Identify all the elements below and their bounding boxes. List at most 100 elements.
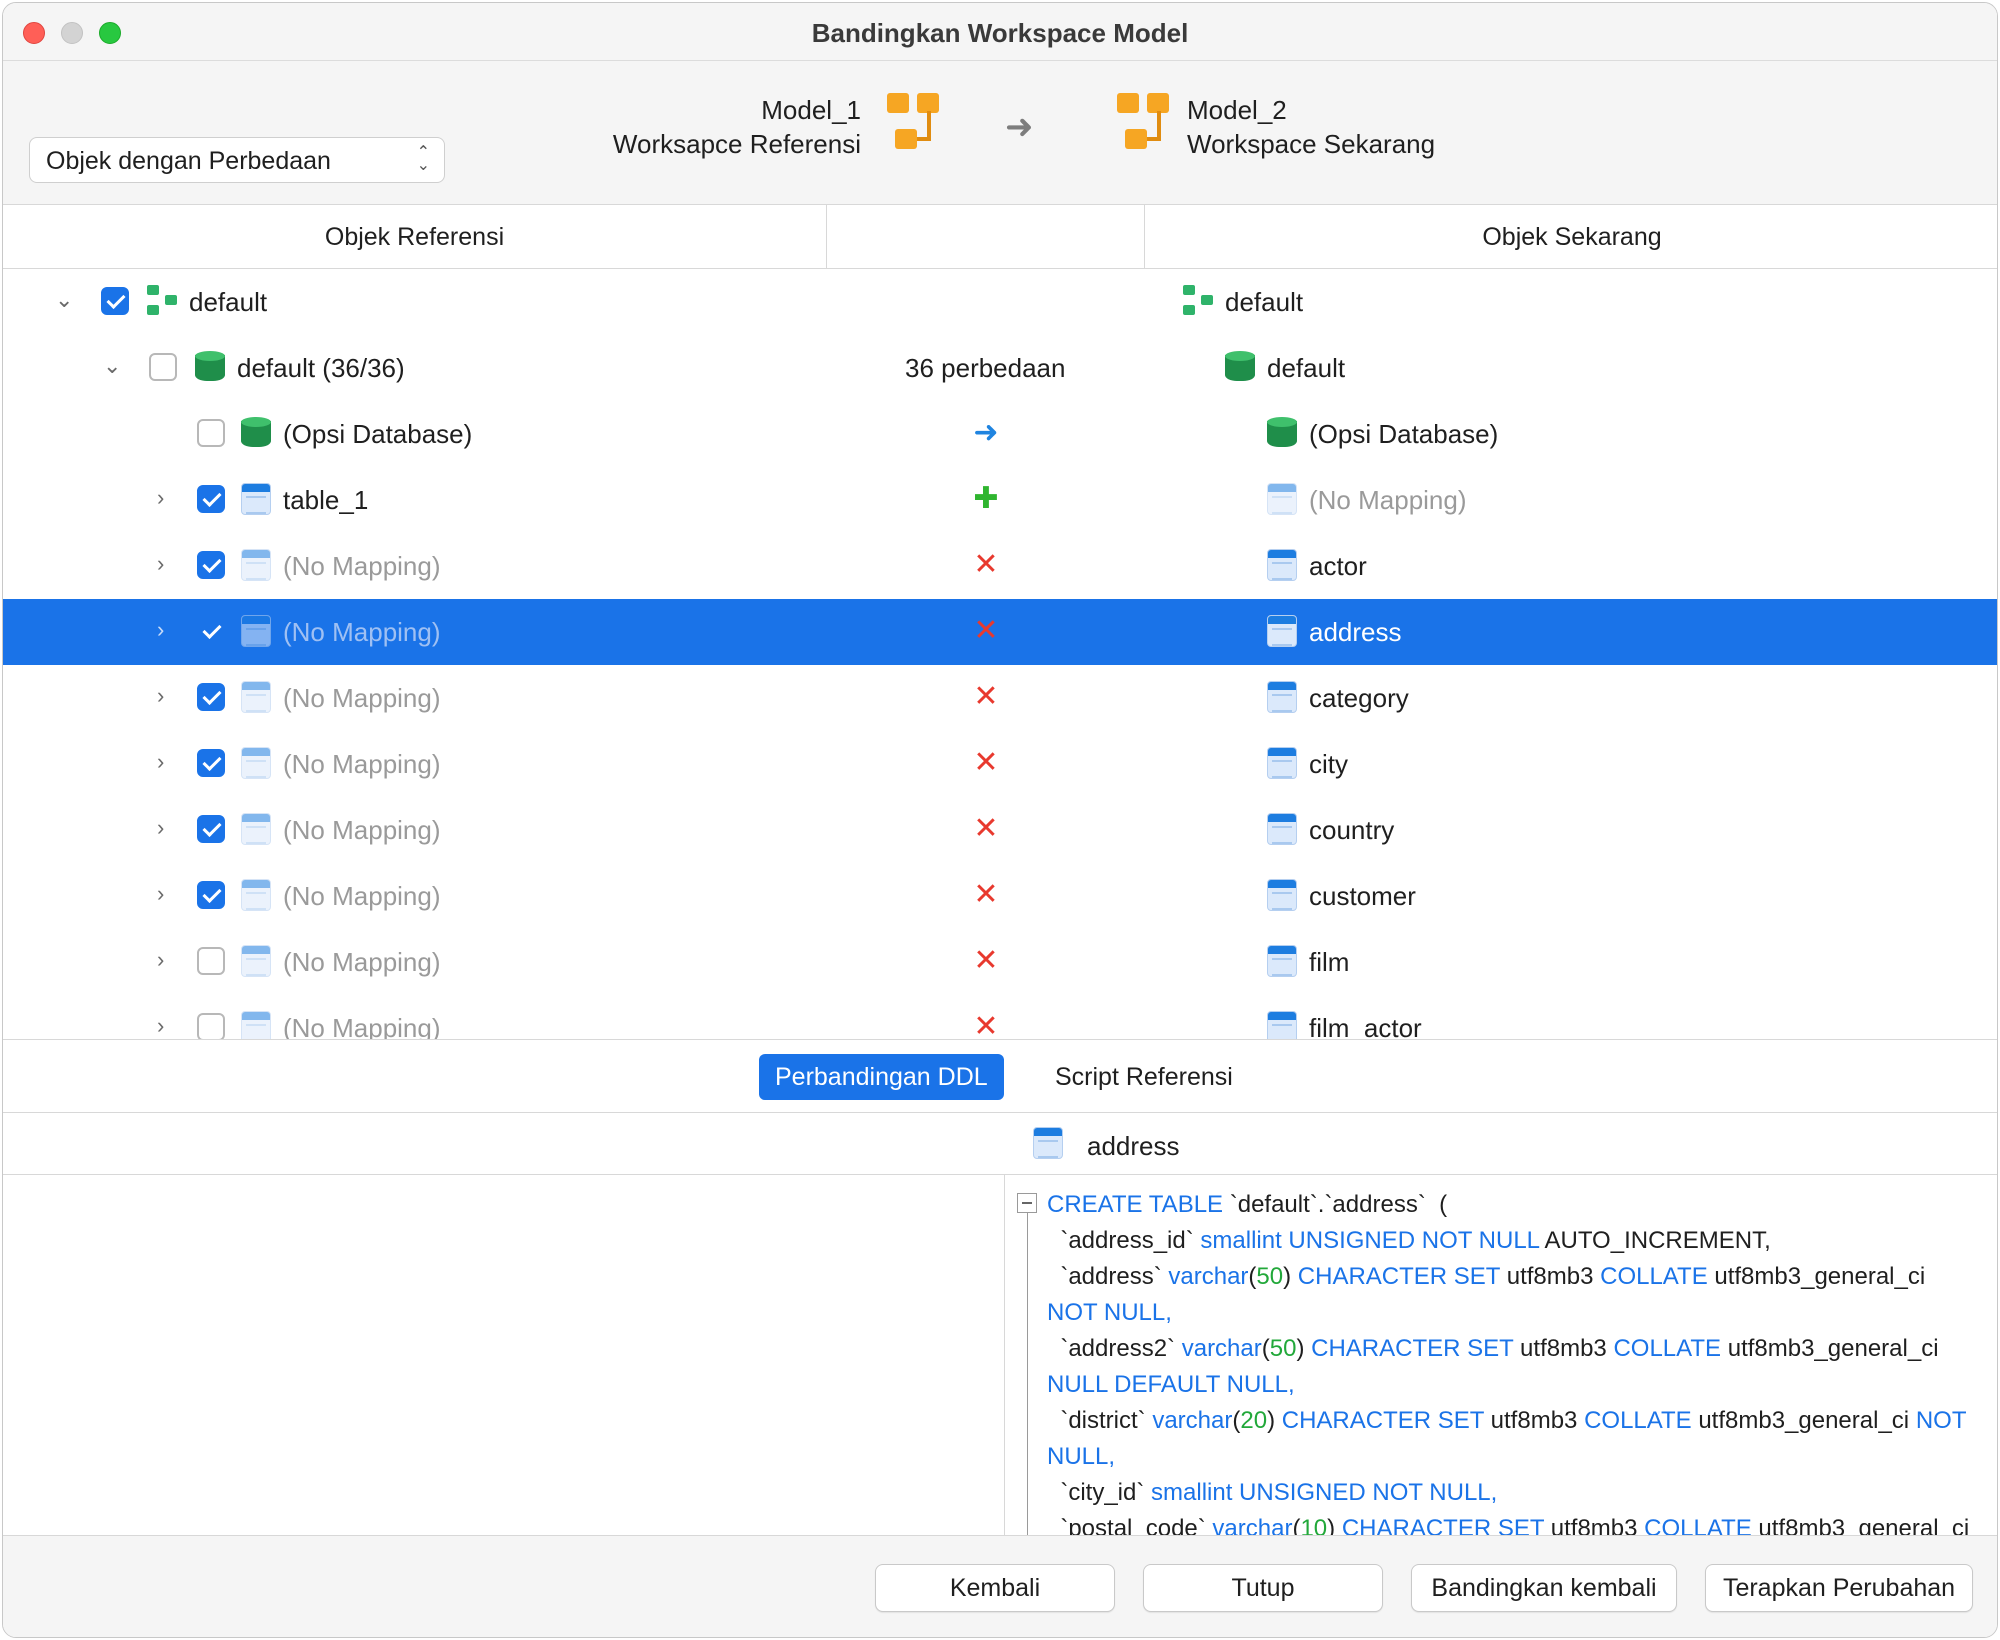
chevron-right-icon[interactable]: › — [157, 485, 164, 511]
ddl-code-line: NOT NULL, — [1047, 1295, 1987, 1331]
chevron-right-icon[interactable]: › — [157, 947, 164, 973]
tree-row[interactable]: › (No Mapping) ✕ film — [3, 929, 1997, 995]
tree-row[interactable]: › (No Mapping) ✕ city — [3, 731, 1997, 797]
row-ref-label: (No Mapping) — [283, 815, 441, 845]
column-header-reference[interactable]: Objek Referensi — [3, 205, 827, 269]
table-icon — [1033, 1127, 1063, 1159]
ddl-token: ) — [1296, 1335, 1312, 1362]
row-checkbox[interactable] — [197, 419, 225, 447]
ddl-token: smallint UNSIGNED NOT NULL, — [1151, 1479, 1498, 1506]
ddl-token: COLLATE — [1644, 1515, 1752, 1535]
row-ref-label: (No Mapping) — [283, 1013, 441, 1039]
database-cur-label: default — [1267, 353, 1346, 383]
tab-reference-script[interactable]: Script Referensi — [1039, 1054, 1249, 1100]
ddl-current-pane[interactable]: CREATE TABLE `default`.`address` ( `addr… — [1005, 1175, 1997, 1535]
ddl-token: utf8mb3 — [1513, 1335, 1614, 1362]
chevron-right-icon[interactable]: › — [157, 815, 164, 841]
ddl-code-line: `address2` varchar(50) CHARACTER SET utf… — [1047, 1331, 1987, 1367]
tree-row[interactable]: › (No Mapping) ✕ country — [3, 797, 1997, 863]
ddl-reference-pane[interactable] — [3, 1175, 1005, 1535]
chevron-down-icon[interactable]: ⌄ — [103, 353, 121, 379]
tree-row[interactable]: › (No Mapping) ✕ actor — [3, 533, 1997, 599]
chevron-right-icon[interactable]: › — [157, 749, 164, 775]
table-icon — [241, 483, 271, 515]
ddl-token: utf8mb3 — [1500, 1263, 1601, 1290]
column-header-middle[interactable] — [827, 205, 1145, 269]
filter-select[interactable]: Objek dengan Perbedaan ⌃ ⌄ — [29, 137, 445, 183]
row-checkbox[interactable] — [197, 683, 225, 711]
ddl-code-line: `address_id` smallint UNSIGNED NOT NULL … — [1047, 1223, 1987, 1259]
row-cur-label: film — [1309, 947, 1350, 977]
ddl-token: 50 — [1269, 1335, 1297, 1362]
checkbox-database[interactable] — [149, 353, 177, 381]
ddl-token: utf8mb3_general_ci — [1691, 1407, 1916, 1434]
table-icon — [241, 813, 271, 845]
ddl-token: COLLATE — [1613, 1335, 1722, 1362]
tree-row-root[interactable]: ⌄ default default — [3, 269, 1997, 335]
close-button[interactable]: Tutup — [1143, 1564, 1383, 1612]
ddl-token: utf8mb3 — [1544, 1515, 1645, 1535]
chevron-down-icon[interactable]: ⌄ — [55, 287, 73, 313]
ddl-token: smallint UNSIGNED NOT NULL — [1200, 1227, 1540, 1254]
ddl-token: `address_id` — [1047, 1227, 1201, 1254]
table-icon — [241, 945, 271, 977]
tab-ddl-comparison[interactable]: Perbandingan DDL — [759, 1054, 1004, 1100]
apply-changes-button[interactable]: Terapkan Perubahan — [1705, 1564, 1973, 1612]
ddl-code-line: `district` varchar(20) CHARACTER SET utf… — [1047, 1403, 1987, 1439]
table-icon — [241, 549, 271, 581]
tree-row[interactable]: › table_1 ✚ (No Mapping) — [3, 467, 1997, 533]
remove-mark-icon: ✕ — [973, 614, 999, 647]
ddl-token: ( — [1261, 1335, 1270, 1362]
chevron-right-icon[interactable]: › — [157, 1013, 164, 1039]
remove-mark-icon: ✕ — [973, 944, 999, 977]
row-checkbox[interactable] — [197, 881, 225, 909]
database-icon — [195, 351, 225, 385]
tree-row[interactable]: › (No Mapping) ✕ category — [3, 665, 1997, 731]
tree-row[interactable]: (Opsi Database) ➜ (Opsi Database) — [3, 401, 1997, 467]
row-checkbox[interactable] — [197, 1013, 225, 1039]
row-ref-label: (No Mapping) — [283, 947, 441, 977]
row-checkbox[interactable] — [197, 815, 225, 843]
row-checkbox[interactable] — [197, 485, 225, 513]
current-model-name: Model_2 — [1187, 95, 1287, 125]
table-icon — [1267, 1011, 1297, 1039]
chevron-right-icon[interactable]: › — [157, 683, 164, 709]
row-checkbox[interactable] — [197, 947, 225, 975]
fold-guide-line — [1027, 1213, 1028, 1535]
ddl-code[interactable]: CREATE TABLE `default`.`address` ( `addr… — [1047, 1187, 1987, 1535]
root-ref-label: default — [189, 287, 268, 317]
row-checkbox[interactable] — [197, 617, 225, 645]
ddl-token: varchar — [1152, 1407, 1233, 1434]
ddl-token: `district` — [1047, 1407, 1153, 1434]
checkbox-root[interactable] — [101, 287, 129, 315]
selected-object-bar: address — [3, 1113, 1997, 1175]
tree-row-database[interactable]: ⌄ default (36/36) 36 perbedaan default — [3, 335, 1997, 401]
row-checkbox[interactable] — [197, 749, 225, 777]
remove-mark-icon: ✕ — [973, 1010, 999, 1039]
chevron-right-icon[interactable]: › — [157, 551, 164, 577]
table-icon — [1267, 747, 1297, 779]
ddl-token: NULL DEFAULT NULL, — [1047, 1371, 1295, 1398]
tree-row[interactable]: › (No Mapping) ✕ customer — [3, 863, 1997, 929]
ddl-token: varchar — [1212, 1515, 1293, 1535]
root-cur-label: default — [1225, 287, 1304, 317]
back-button[interactable]: Kembali — [875, 1564, 1115, 1612]
tree-row[interactable]: › (No Mapping) ✕ film_actor — [3, 995, 1997, 1039]
ddl-token: utf8mb3_general_ci — [1707, 1263, 1926, 1290]
table-icon — [241, 615, 271, 647]
ddl-token: CHARACTER SET — [1311, 1335, 1514, 1362]
row-checkbox[interactable] — [197, 551, 225, 579]
chevron-right-icon[interactable]: › — [157, 881, 164, 907]
comparison-tree[interactable]: ⌄ default default ⌄ default (36/36) 36 p… — [3, 269, 1997, 1039]
recompare-button[interactable]: Bandingkan kembali — [1411, 1564, 1677, 1612]
row-ref-label: (No Mapping) — [283, 881, 441, 911]
tree-row[interactable]: › (No Mapping) ✕ address — [3, 599, 1997, 665]
remove-mark-icon: ✕ — [973, 812, 999, 845]
chevron-right-icon[interactable]: › — [157, 617, 164, 643]
database-icon — [1267, 417, 1297, 451]
ddl-code-line: `address` varchar(50) CHARACTER SET utf8… — [1047, 1259, 1987, 1295]
table-icon — [241, 681, 271, 713]
fold-collapse-icon[interactable] — [1017, 1193, 1037, 1213]
ddl-code-line: `postal_code` varchar(10) CHARACTER SET … — [1047, 1511, 1987, 1535]
column-header-current[interactable]: Objek Sekarang — [1145, 205, 1997, 269]
